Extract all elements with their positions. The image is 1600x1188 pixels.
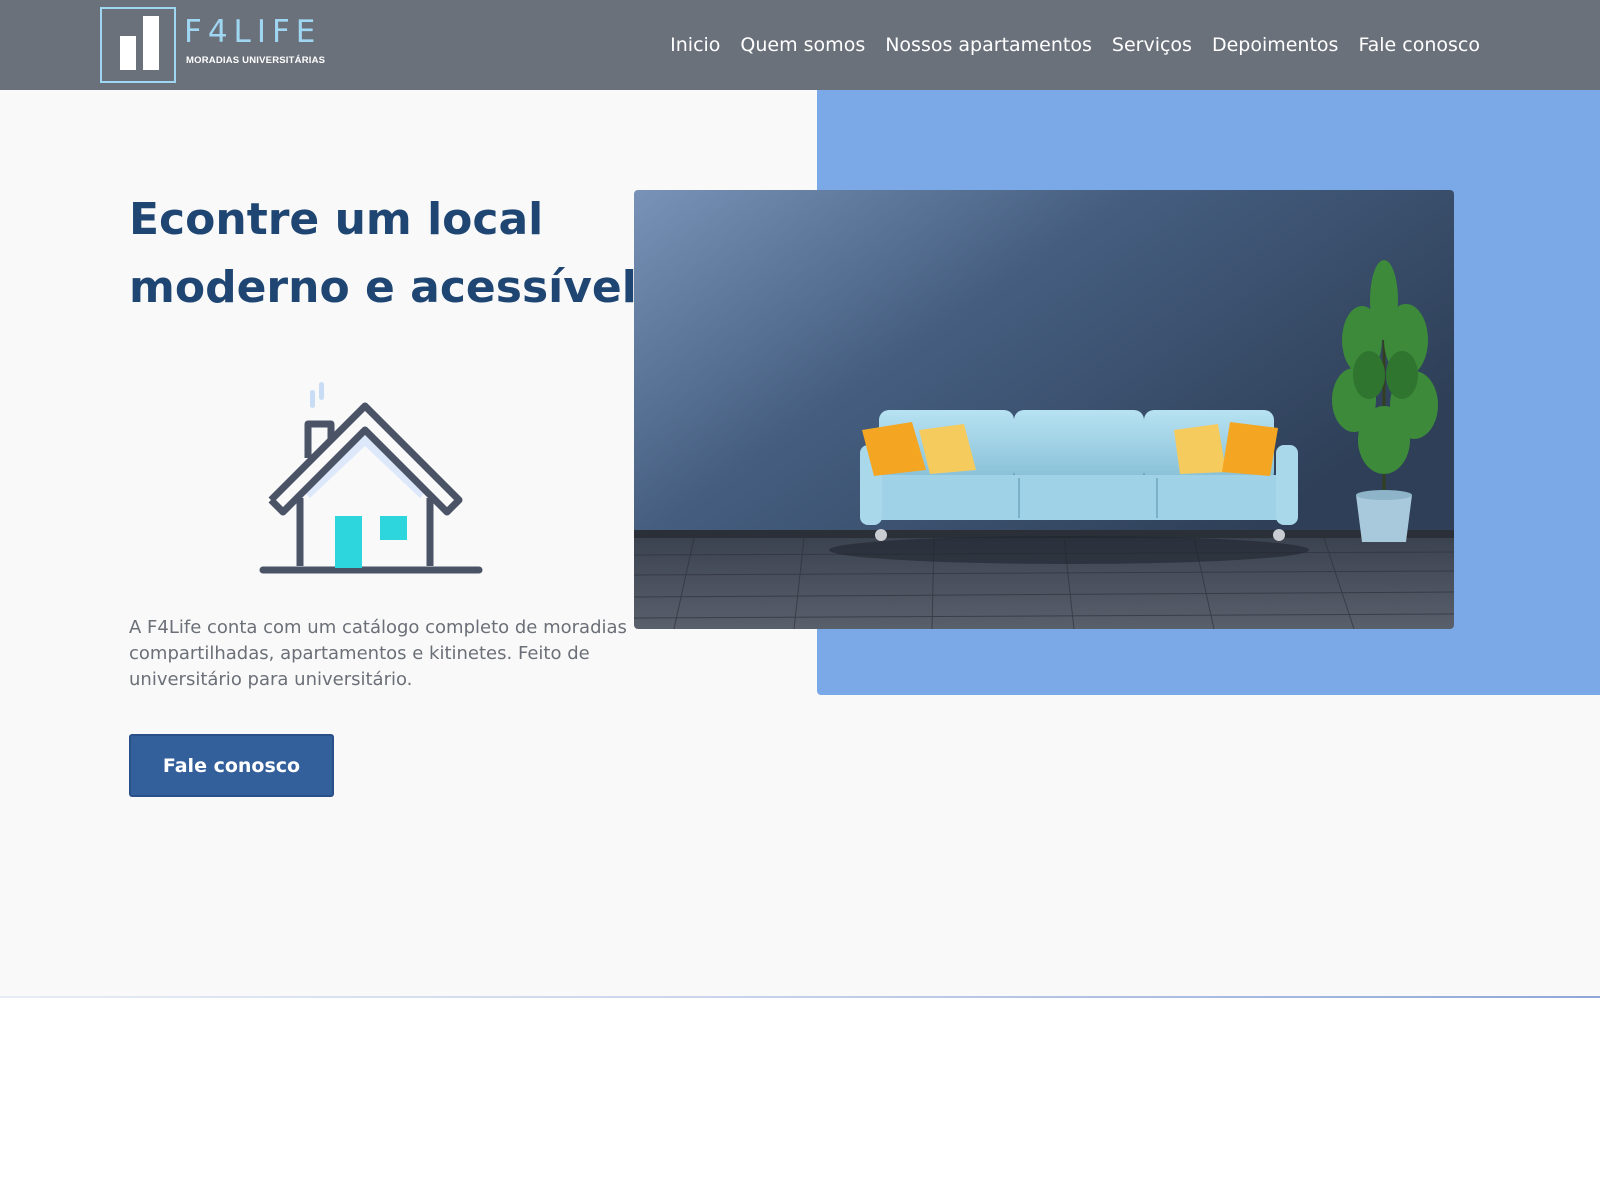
brand-name: F4LIFE (184, 14, 322, 50)
hero-description: A F4Life conta com um catálogo completo … (129, 617, 627, 690)
living-room-photo (634, 190, 1454, 629)
hero-section: Econtre um local moderno e acessível A F… (0, 90, 1600, 996)
nav-item-depoimentos[interactable]: Depoimentos (1212, 34, 1339, 56)
nav-item-servicos[interactable]: Serviços (1112, 34, 1192, 56)
nav-item-nossos-apartamentos[interactable]: Nossos apartamentos (885, 34, 1092, 56)
brand-logo[interactable]: F4LIFE MORADIAS UNIVERSITÁRIAS (100, 7, 350, 83)
nav-item-quem-somos[interactable]: Quem somos (740, 34, 865, 56)
logo-bar-short (120, 36, 136, 70)
main-nav: Inicio Quem somos Nossos apartamentos Se… (670, 0, 1480, 90)
site-header: F4LIFE MORADIAS UNIVERSITÁRIAS Inicio Qu… (0, 0, 1600, 90)
contact-button[interactable]: Fale conosco (129, 734, 334, 797)
logo-mark-icon (100, 7, 176, 83)
house-icon (255, 380, 485, 580)
logo-bar-tall (143, 16, 159, 70)
nav-item-inicio[interactable]: Inicio (670, 34, 720, 56)
brand-tagline: MORADIAS UNIVERSITÁRIAS (186, 55, 326, 66)
nav-item-fale-conosco[interactable]: Fale conosco (1358, 34, 1480, 56)
section-divider (0, 996, 1600, 998)
hero-title: Econtre um local moderno e acessível (129, 194, 637, 313)
